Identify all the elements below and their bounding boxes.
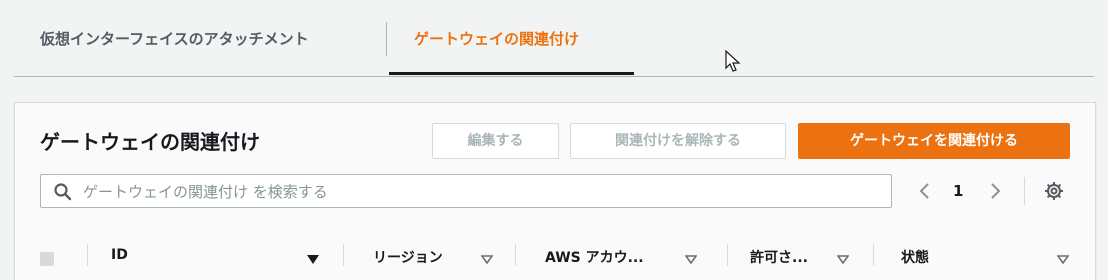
panel-header: ゲートウェイの関連付け 編集する 関連付けを解除する ゲートウェイを関連付ける … <box>15 103 1095 232</box>
gateway-associations-panel: ゲートウェイの関連付け 編集する 関連付けを解除する ゲートウェイを関連付ける … <box>14 102 1096 280</box>
table-header: ID リージョン AWS アカウ... 許可さ... 状態 <box>15 231 1095 280</box>
sort-down-icon[interactable] <box>481 255 493 265</box>
current-page-number[interactable]: 1 <box>953 182 963 200</box>
column-header-region[interactable]: リージョン <box>373 247 443 267</box>
tab-divider <box>386 22 387 56</box>
disassociate-button[interactable]: 関連付けを解除する <box>570 123 786 159</box>
search-box[interactable] <box>40 174 892 208</box>
chevron-left-icon[interactable] <box>917 181 931 201</box>
column-divider <box>515 244 516 266</box>
column-header-aws-account[interactable]: AWS アカウ... <box>545 247 644 267</box>
chevron-right-icon[interactable] <box>989 181 1003 201</box>
column-divider <box>873 244 874 266</box>
column-divider <box>343 244 344 266</box>
sort-down-icon[interactable] <box>1057 255 1069 265</box>
select-all-checkbox[interactable] <box>40 252 54 266</box>
tab-bar: 仮想インターフェイスのアタッチメント ゲートウェイの関連付け <box>14 0 1094 77</box>
column-header-state[interactable]: 状態 <box>901 247 929 267</box>
column-header-allowed-prefixes[interactable]: 許可さ... <box>750 247 808 267</box>
edit-button[interactable]: 編集する <box>432 123 559 159</box>
sort-down-icon[interactable] <box>837 255 849 265</box>
settings-gear-icon[interactable] <box>1044 181 1064 201</box>
tab-virtual-interface-attachments[interactable]: 仮想インターフェイスのアタッチメント <box>40 0 309 75</box>
search-icon <box>54 183 72 201</box>
associate-gateway-button[interactable]: ゲートウェイを関連付ける <box>798 123 1070 159</box>
active-tab-indicator <box>389 72 634 75</box>
column-header-id[interactable]: ID <box>111 247 128 263</box>
pagination-divider <box>1024 177 1025 205</box>
tab-gateway-associations[interactable]: ゲートウェイの関連付け <box>414 0 579 75</box>
search-input[interactable] <box>81 177 885 207</box>
column-divider <box>727 244 728 266</box>
mouse-pointer-icon <box>725 50 741 72</box>
sort-down-icon[interactable] <box>685 255 697 265</box>
sort-down-icon[interactable] <box>307 255 319 265</box>
panel-title: ゲートウェイの関連付け <box>40 130 260 154</box>
column-divider <box>87 244 88 266</box>
